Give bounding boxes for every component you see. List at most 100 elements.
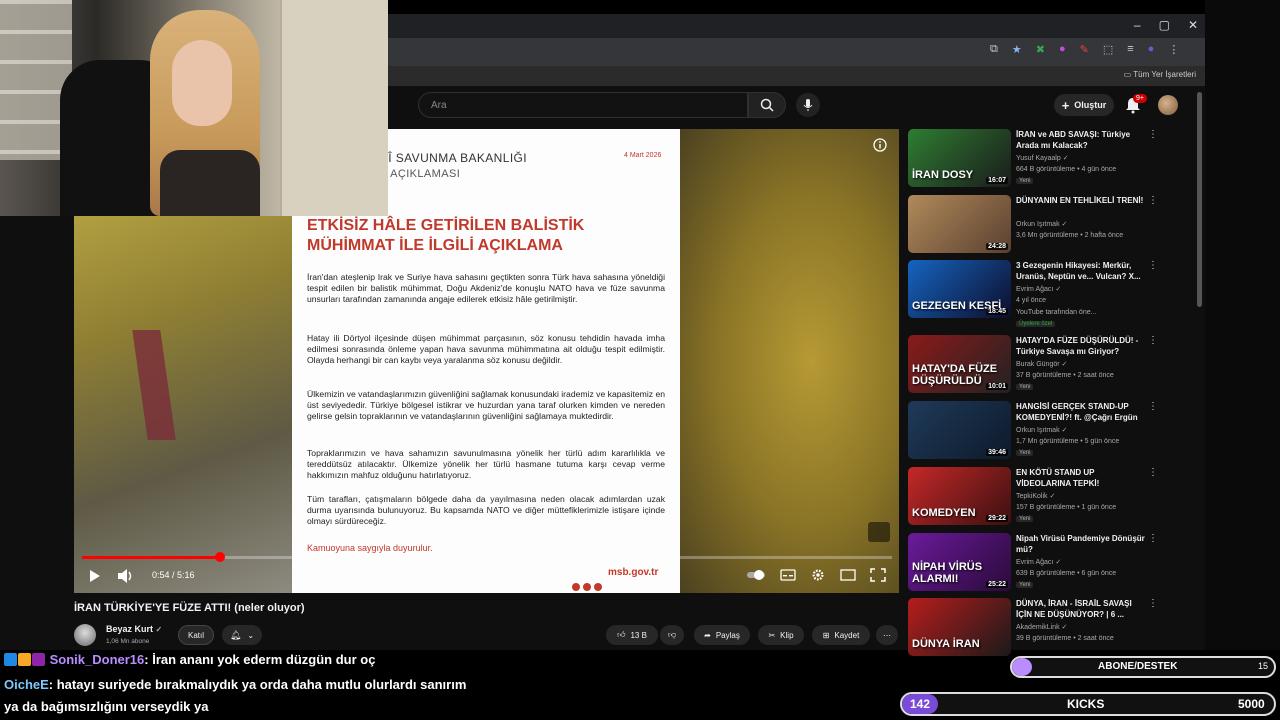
- recommendation-badge: Yeni: [1016, 178, 1034, 184]
- extension-green-icon[interactable]: ✖: [1036, 43, 1045, 56]
- subscription-bell-button[interactable]: 🔔︎ ⌄: [222, 625, 262, 645]
- recommendation-title[interactable]: HATAY'DA FÜZE DÜŞÜRÜLDÜ! - Türkiye Savaş…: [1016, 335, 1146, 357]
- volume-icon[interactable]: [117, 568, 135, 584]
- more-options-icon[interactable]: ⋮: [1148, 598, 1158, 609]
- media-icon[interactable]: ≡: [1127, 43, 1133, 56]
- menu-kebab-icon[interactable]: ⋮: [1168, 43, 1179, 56]
- video-thumbnail[interactable]: NİPAH VİRÜS ALARMI! 25:22: [908, 533, 1011, 591]
- kicks-goal: 5000: [1238, 697, 1265, 711]
- account-avatar[interactable]: [1158, 95, 1178, 115]
- more-actions-button[interactable]: ⋯: [876, 625, 898, 645]
- video-thumbnail[interactable]: 24:28: [908, 195, 1011, 253]
- recommendation-channel[interactable]: Orkun Işıtmak ✓: [1016, 220, 1067, 228]
- save-button[interactable]: ⊞ Kaydet: [812, 625, 870, 645]
- video-thumbnail[interactable]: İRAN DOSY 16:07: [908, 129, 1011, 187]
- recommendation-meta: 664 B görüntüleme • 4 gün önce: [1016, 166, 1117, 173]
- recommendation-channel[interactable]: Evrim Ağacı ✓: [1016, 285, 1061, 293]
- browser-titlebar: [388, 14, 1205, 38]
- extension-red-icon[interactable]: ✎: [1080, 43, 1089, 56]
- recommendation-channel[interactable]: TepkiKolik ✓: [1016, 492, 1055, 500]
- recommendation-card[interactable]: NİPAH VİRÜS ALARMI! 25:22 Nipah Virüsü Pan…: [908, 533, 1170, 593]
- chat-text: : İran ananı yok ederm düzgün dur oç: [144, 652, 376, 667]
- recommendation-card[interactable]: DÜNYA İRAN DÜNYA, İRAN - İSRAİL SAVAŞI İÇ…: [908, 598, 1170, 656]
- recommendation-meta: 1,7 Mn görüntüleme • 5 gün önce: [1016, 438, 1120, 445]
- play-icon[interactable]: [86, 568, 102, 584]
- info-icon[interactable]: [873, 138, 887, 152]
- more-options-icon[interactable]: ⋮: [1148, 195, 1158, 206]
- recommendation-title[interactable]: DÜNYANIN EN TEHLİKELİ TRENİ!: [1016, 195, 1146, 206]
- settings-gear-icon[interactable]: [810, 568, 826, 582]
- abone-progress-fill: [1012, 658, 1032, 676]
- recommendation-card[interactable]: GEZEGEN KEŞFİ 18:45 3 Gezegenin Hikayesi: …: [908, 260, 1170, 327]
- doc-title: ETKİSİZ HÂLE GETİRİLEN BALİSTİK MÜHİMMAT…: [307, 217, 585, 254]
- chat-badge-icon: [32, 653, 45, 666]
- search-input[interactable]: Ara: [418, 92, 748, 118]
- recommendation-badge: Yeni: [1016, 384, 1034, 390]
- video-thumbnail[interactable]: DÜNYA İRAN: [908, 598, 1011, 656]
- recommendation-title[interactable]: HANGİSİ GERÇEK STAND-UP KOMEDYENİ?! ft. …: [1016, 401, 1146, 423]
- all-bookmarks-button[interactable]: ▭ Tüm Yer İşaretleri: [1124, 70, 1196, 79]
- chat-username[interactable]: Sonik_Doner16: [50, 652, 145, 667]
- recommendation-title[interactable]: Nipah Virüsü Pandemiye Dönüşür mü?: [1016, 533, 1146, 555]
- video-thumbnail[interactable]: HATAY'DA FÜZE DÜŞÜRÜLDÜ 10:01: [908, 335, 1011, 393]
- streamer-body: [160, 150, 260, 216]
- more-options-icon[interactable]: ⋮: [1148, 129, 1158, 140]
- fullscreen-icon[interactable]: [870, 568, 886, 582]
- search-button[interactable]: [748, 92, 786, 118]
- recommendation-channel[interactable]: Yusuf Kayaalp ✓: [1016, 154, 1069, 162]
- video-thumbnail[interactable]: GEZEGEN KEŞFİ 18:45: [908, 260, 1011, 318]
- more-options-icon[interactable]: ⋮: [1148, 533, 1158, 544]
- recommendation-card[interactable]: KOMEDYEN 29:22 EN KÖTÜ STAND UP VİDEOLARIN…: [908, 467, 1170, 527]
- theater-mode-icon[interactable]: [840, 568, 856, 582]
- more-options-icon[interactable]: ⋮: [1148, 467, 1158, 478]
- minimize-button[interactable]: –: [1134, 18, 1141, 32]
- autoplay-toggle-icon[interactable]: [746, 568, 766, 582]
- more-options-icon[interactable]: ⋮: [1148, 401, 1158, 412]
- subscriber-count: 1,06 Mn abone: [106, 638, 150, 645]
- scrollbar-thumb[interactable]: [1197, 92, 1202, 307]
- recommendation-title[interactable]: İRAN ve ABD SAVAŞI: Türkiye Arada mı Kal…: [1016, 129, 1146, 151]
- dislike-button[interactable]: 👎︎: [660, 625, 684, 645]
- bookmark-star-icon[interactable]: ★: [1012, 43, 1022, 56]
- profile-icon[interactable]: ●: [1148, 43, 1155, 56]
- recommendation-title[interactable]: EN KÖTÜ STAND UP VİDEOLARINA TEPKİ!: [1016, 467, 1146, 489]
- more-options-icon[interactable]: ⋮: [1148, 260, 1158, 271]
- recommendation-meta: 157 B görüntüleme • 1 gün önce: [1016, 504, 1117, 511]
- extension-purple-icon[interactable]: ●: [1059, 43, 1066, 56]
- recommendation-channel[interactable]: Evrim Ağacı ✓: [1016, 558, 1061, 566]
- create-button[interactable]: + Oluştur: [1054, 94, 1114, 116]
- channel-name[interactable]: Beyaz Kurt ✓: [106, 624, 162, 634]
- recommendation-title[interactable]: DÜNYA, İRAN - İSRAİL SAVAŞI İÇİN NE DÜŞÜ…: [1016, 598, 1146, 620]
- streamer-logo-icon: [868, 522, 890, 542]
- thumbnail-text: İRAN DOSY: [912, 169, 974, 181]
- webcam-feed: [0, 0, 388, 216]
- recommendation-channel[interactable]: AkademikLink ✓: [1016, 623, 1067, 631]
- join-button[interactable]: Katıl: [178, 625, 214, 645]
- recommendation-channel[interactable]: Orkun Işıtmak ✓: [1016, 426, 1067, 434]
- more-options-icon[interactable]: ⋮: [1148, 335, 1158, 346]
- recommendation-card[interactable]: İRAN DOSY 16:07 İRAN ve ABD SAVAŞI: Türkiy…: [908, 129, 1170, 189]
- video-thumbnail[interactable]: 39:46: [908, 401, 1011, 459]
- doc-paragraph: Ülkemizin ve vatandaşlarımızın güvenliği…: [307, 389, 665, 422]
- progress-scrubber[interactable]: [214, 552, 225, 562]
- recommendation-card[interactable]: 24:28 DÜNYANIN EN TEHLİKELİ TRENİ! Orkun I…: [908, 195, 1170, 255]
- recommendation-card[interactable]: HATAY'DA FÜZE DÜŞÜRÜLDÜ 10:01 HATAY'DA FÜZ…: [908, 335, 1170, 395]
- subtitles-icon[interactable]: [780, 568, 796, 582]
- maximize-button[interactable]: ▢: [1159, 18, 1170, 32]
- clip-button[interactable]: ✂ Klip: [758, 625, 804, 645]
- share-button[interactable]: ➦ Paylaş: [694, 625, 750, 645]
- chat-username[interactable]: OicheE: [4, 677, 49, 692]
- more-horizontal-icon: ⋯: [883, 630, 891, 640]
- video-thumbnail[interactable]: KOMEDYEN 29:22: [908, 467, 1011, 525]
- extensions-puzzle-icon[interactable]: ⬚: [1103, 43, 1113, 56]
- like-button[interactable]: 👍︎ 13 B: [606, 625, 658, 645]
- recommendation-card[interactable]: 39:46 HANGİSİ GERÇEK STAND-UP KOMEDYENİ?!…: [908, 401, 1170, 461]
- recommendation-channel[interactable]: Burak Güngör ✓: [1016, 360, 1067, 368]
- voice-search-button[interactable]: [796, 93, 820, 117]
- cast-icon[interactable]: ⧉: [990, 43, 998, 56]
- video-duration: 29:22: [986, 515, 1008, 522]
- recommendation-title[interactable]: 3 Gezegenin Hikayesi: Merkür, Uranüs, Ne…: [1016, 260, 1146, 282]
- close-button[interactable]: ✕: [1188, 18, 1198, 32]
- channel-avatar[interactable]: [74, 624, 96, 646]
- plus-icon: +: [1061, 97, 1070, 113]
